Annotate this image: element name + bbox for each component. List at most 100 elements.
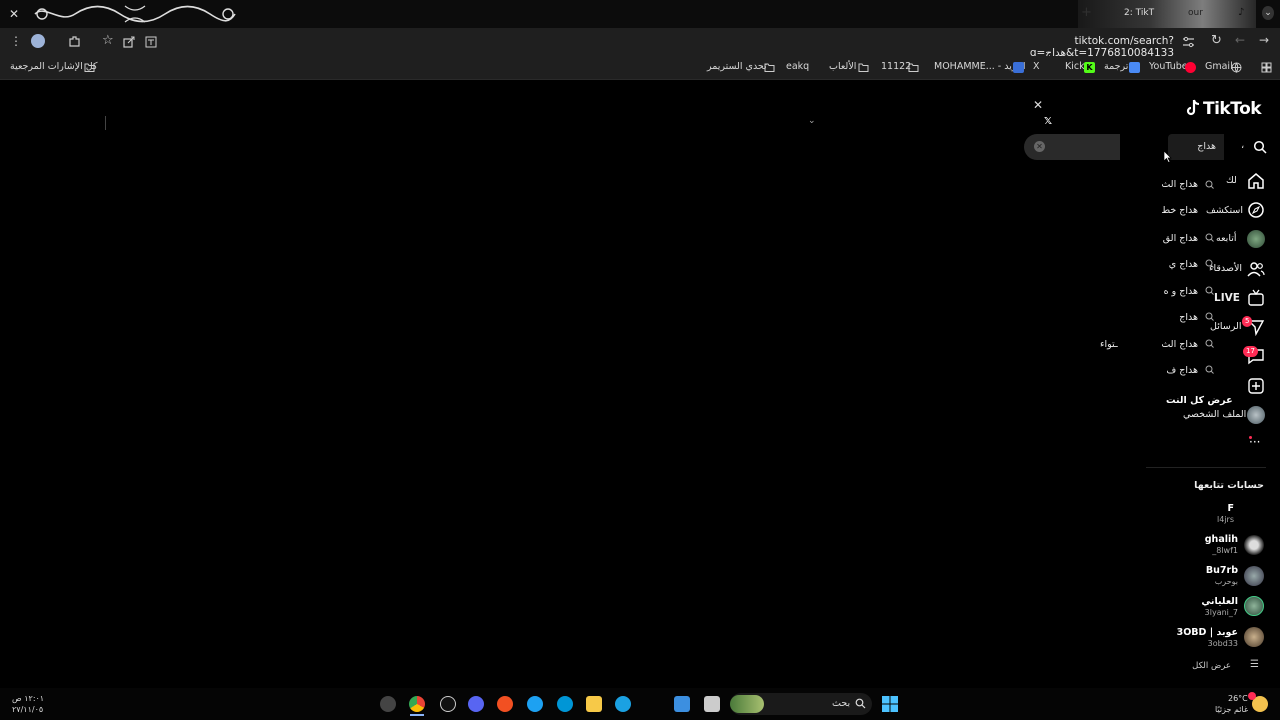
file-explorer-icon[interactable] [586,696,602,712]
edge-browser-icon[interactable] [615,696,631,712]
app-taskbar-icon[interactable] [497,696,513,712]
tiktok-logo-text[interactable]: TikTok [1203,99,1262,119]
weather-desc[interactable]: غائم جزئيًا [1215,705,1248,714]
nav-label-following[interactable]: أتابعه [1216,233,1237,244]
bookmark-gmail[interactable]: Gmail [1205,61,1233,72]
browser-toolbar: ⋮ ☆ tiktok.com/search?q=هداج&t=177681008… [0,28,1280,59]
suggestion-item[interactable]: هداج [1150,312,1198,323]
suggestion-search-icon [1205,180,1214,189]
tiktok-tab-icon: ♪ [1238,7,1245,18]
browser-tab[interactable] [1078,0,1256,28]
suggestion-item[interactable]: هداج ي [1150,259,1198,270]
account-name[interactable]: ghalih [1205,534,1238,545]
nav-label-profile[interactable]: الملف الشخصي [1183,409,1246,420]
hp-taskbar-icon[interactable] [557,696,573,712]
close-window-icon[interactable]: ✕ [9,7,19,21]
bookmark-star-icon[interactable]: ☆ [102,33,114,48]
bookmark-translate[interactable]: ترجمة [1104,61,1128,72]
bookmark-eakq[interactable]: eakq [786,61,809,72]
nav-label-friends[interactable]: الأصدقاء [1209,263,1242,274]
account-name[interactable]: العلياني [1201,596,1238,607]
nav-label-explore[interactable]: استكشف [1206,205,1243,216]
account-name[interactable]: F [1228,503,1235,514]
account-username: l4jrs [1217,515,1234,524]
suggestion-search-icon [1205,286,1214,295]
weather-alert-badge [1248,692,1256,700]
nav-label-foryou[interactable]: لك [1226,175,1237,186]
suggestion-item[interactable]: هداج الث [1150,339,1198,350]
extensions-icon[interactable] [68,35,81,48]
share-icon[interactable] [123,36,135,48]
bookmark-x[interactable]: X [1033,61,1040,72]
suggestion-item[interactable]: هداج خط [1150,205,1198,216]
back-arrow-icon[interactable]: → [1259,33,1269,47]
stray-text: ـتواء [1100,339,1118,350]
compass-icon[interactable] [1247,201,1265,219]
menu-dots-icon[interactable]: ⋮ [10,34,22,48]
youtube-logo-icon [1185,62,1196,73]
clock-time[interactable]: ١٢:٠١ ص [12,694,44,703]
search-query-text: هداج [1197,141,1216,152]
home-icon[interactable] [1247,172,1265,190]
store-icon[interactable] [674,696,690,712]
suggestion-search-icon [1205,312,1214,321]
bookmark-kick[interactable]: Kick [1065,61,1085,72]
apps-grid-icon[interactable] [1261,62,1272,73]
windows-start-icon[interactable] [882,696,898,712]
clock-date[interactable]: ٢٧/١١/٠٥ [12,705,43,714]
suggestion-item[interactable]: هداج و ه [1150,286,1198,297]
nav-label-messages[interactable]: الرسائل [1210,321,1241,332]
translate-icon[interactable] [145,36,157,48]
profile-avatar-icon[interactable] [1247,406,1265,424]
following-avatar-icon[interactable] [1247,230,1265,248]
account-username: 3obd33 [1207,639,1238,648]
search-icon[interactable] [1253,140,1267,154]
forward-arrow-icon[interactable]: ← [1235,33,1245,47]
tab-title: 2: TikT [1124,8,1155,18]
reload-icon[interactable]: ↻ [1211,33,1222,48]
active-app-indicator [410,714,424,716]
taskbar-app-icon[interactable] [380,696,396,712]
search-cut-text: ، [1241,140,1245,151]
live-tv-icon[interactable] [1247,289,1265,307]
suggestion-item[interactable]: هداج الث [1150,179,1198,190]
weather-temp[interactable]: 26°C [1228,694,1248,703]
discord-taskbar-icon[interactable] [468,696,484,712]
taskbar-search-icon [855,698,866,709]
app-taskbar-icon[interactable] [527,696,543,712]
taskbar-search-placeholder: بحث [832,698,851,709]
windows-taskbar: ١٢:٠١ ص ٢٧/١١/٠٥ 26°C غائم جزئيًا [0,688,1280,720]
steam-taskbar-icon[interactable] [440,696,456,712]
more-notification-dot [1249,436,1252,439]
suggestion-item[interactable]: هداج ف [1150,365,1198,376]
upload-plus-icon[interactable] [1247,377,1265,395]
bookmark-11122[interactable]: 11122 [881,61,911,72]
bookmark-mail-mohammed[interactable]: MOHAMME... - البريد [934,61,1026,72]
friends-icon[interactable] [1247,260,1265,278]
nav-label-live[interactable]: LIVE [1214,292,1240,304]
tiktok-logo-icon[interactable] [1185,99,1201,117]
see-all-following-link[interactable]: عرض الكل [1192,661,1231,671]
view-all-results-link[interactable]: عرض كل النت [1166,395,1233,406]
bookmark-streamer-challenge[interactable]: تحدي الستريمر [707,61,767,72]
account-avatar[interactable] [1244,627,1264,647]
clear-search-icon[interactable]: ✕ [1034,141,1045,152]
account-avatar[interactable] [1244,535,1264,555]
tab-extra-label: our [1188,8,1203,18]
site-settings-icon[interactable] [1182,36,1195,48]
account-name[interactable]: 3OBD | عوبد [1177,627,1238,638]
task-view-icon[interactable] [704,696,720,712]
account-username: 3lyani_7 [1204,608,1238,617]
suggestion-item[interactable]: هداج الق [1150,233,1198,244]
close-search-icon[interactable]: ✕ [1033,98,1043,112]
profile-avatar-icon[interactable] [31,34,45,48]
tab-list-chevron-icon[interactable]: ⌄ [1262,6,1274,20]
eakq-site-icon: ⌄ [808,116,816,126]
account-avatar[interactable] [1244,566,1264,586]
search-highlight-image [730,695,764,713]
bookmark-games[interactable]: الألعاب [829,61,856,72]
bookmark-youtube[interactable]: YouTube [1149,61,1188,72]
chrome-taskbar-icon[interactable] [409,696,425,712]
account-avatar[interactable] [1244,596,1264,616]
account-name[interactable]: Bu7rb [1206,565,1238,576]
